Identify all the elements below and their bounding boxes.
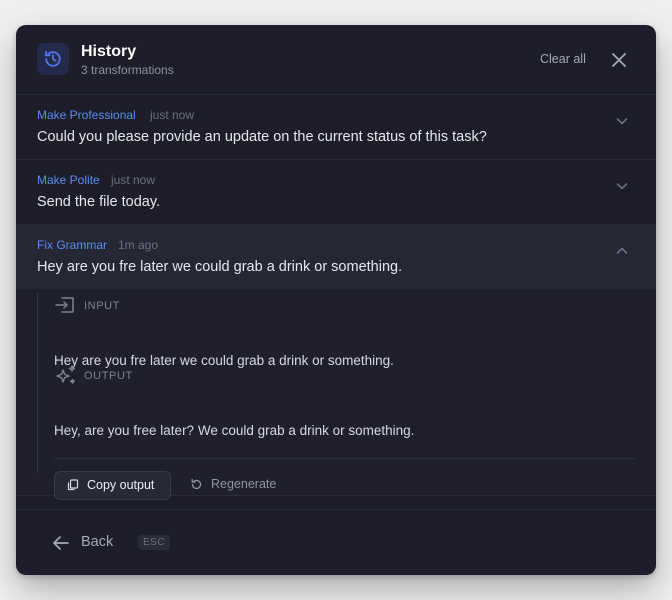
transformation-count: 3 transformations	[81, 63, 174, 77]
regenerate-label: Regenerate	[211, 477, 277, 491]
history-panel: History 3 transformations Clear all Make…	[16, 25, 656, 575]
transformation-detail: INPUT Hey are you fre later we could gra…	[16, 289, 656, 500]
esc-shortcut-badge: ESC	[138, 535, 171, 550]
timestamp: 1m ago	[118, 238, 159, 252]
item-text: Could you please provide an update on th…	[37, 129, 487, 145]
transformation-type: Make Professional	[37, 108, 136, 122]
copy-output-label: Copy output	[87, 478, 155, 492]
timestamp: just now	[150, 108, 195, 122]
output-label: OUTPUT	[84, 370, 133, 382]
back-button[interactable]: Back ESC	[52, 532, 171, 556]
divider	[54, 458, 635, 459]
item-text: Send the file today.	[37, 194, 161, 210]
input-text: Hey are you fre later we could grab a dr…	[54, 353, 394, 368]
history-item-expanded[interactable]: Fix Grammar 1m ago Hey are you fre later…	[16, 225, 656, 289]
item-text: Hey are you fre later we could grab a dr…	[37, 259, 403, 275]
output-text: Hey, are you free later? We could grab a…	[54, 423, 415, 438]
detail-rule	[37, 293, 38, 473]
transformation-type: Fix Grammar	[37, 238, 107, 252]
input-icon	[54, 296, 76, 319]
chevron-down-icon[interactable]	[615, 179, 629, 193]
transformation-type: Make Polite	[37, 173, 100, 187]
timestamp: just now	[111, 173, 156, 187]
history-item[interactable]: Make Polite just now Send the file today…	[16, 160, 656, 225]
copy-output-button[interactable]: Copy output	[54, 471, 171, 500]
clear-all-button[interactable]: Clear all	[540, 52, 586, 66]
regenerate-button[interactable]: Regenerate	[190, 471, 290, 498]
chevron-up-icon[interactable]	[615, 244, 629, 258]
chevron-down-icon[interactable]	[615, 114, 629, 128]
history-icon	[37, 43, 69, 75]
arrow-left-icon	[53, 536, 69, 550]
input-label: INPUT	[84, 300, 120, 312]
sparkles-icon	[54, 364, 78, 393]
history-item[interactable]: Make Professional just now Could you ple…	[16, 95, 656, 160]
panel-footer: Back ESC	[16, 509, 656, 575]
close-icon[interactable]	[610, 51, 628, 69]
back-label: Back	[81, 534, 114, 550]
panel-title: History	[81, 43, 137, 60]
panel-header: History 3 transformations Clear all	[16, 25, 656, 95]
